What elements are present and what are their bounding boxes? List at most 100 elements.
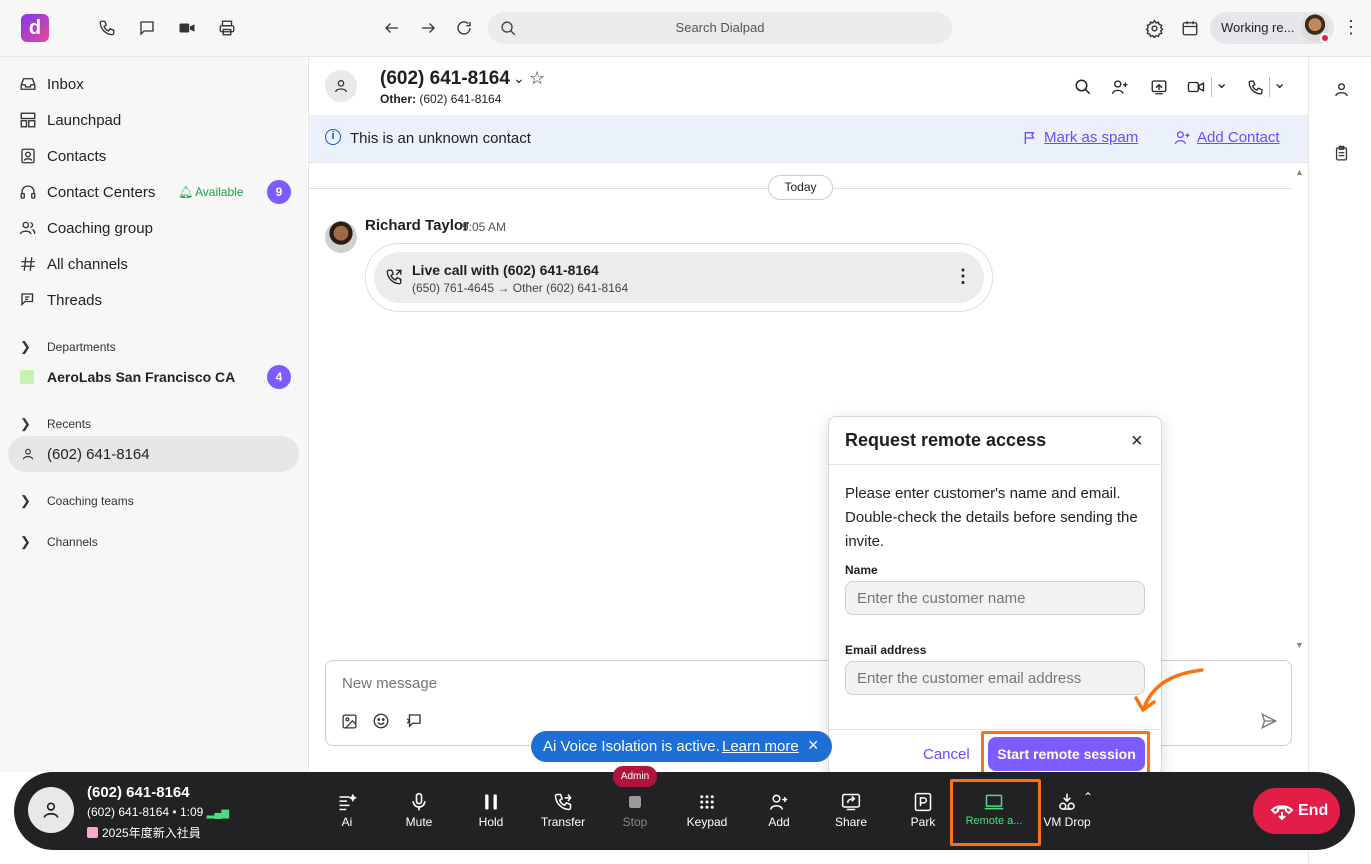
customer-email-input[interactable]: [845, 661, 1145, 695]
chevron-down-icon[interactable]: ⌄: [513, 70, 525, 87]
keypad-button[interactable]: Keypad: [679, 792, 735, 829]
message-icon[interactable]: [137, 18, 157, 38]
park-button[interactable]: Park: [895, 792, 951, 829]
flag-icon: [1024, 131, 1035, 144]
phone-icon[interactable]: [97, 18, 117, 38]
sender-avatar: [325, 221, 357, 253]
chevron-up-icon[interactable]: ⌃: [1083, 790, 1093, 804]
chevron-right-icon: ❯: [20, 339, 31, 354]
more-vertical-icon[interactable]: ⋮: [954, 266, 972, 287]
add-button[interactable]: Add: [751, 792, 807, 829]
contact-details-icon[interactable]: [1331, 79, 1351, 99]
share-button[interactable]: Share: [823, 792, 879, 829]
button-label: Transfer: [540, 815, 586, 829]
call-card-inner[interactable]: Live call with (602) 641-8164 (650) 761-…: [374, 252, 984, 303]
send-icon[interactable]: [1259, 711, 1279, 731]
user-avatar[interactable]: [1301, 14, 1330, 43]
add-person-icon[interactable]: [1110, 77, 1130, 97]
clipboard-icon[interactable]: [1331, 143, 1351, 163]
add-contact-link[interactable]: Add Contact: [1174, 129, 1280, 146]
customer-name-input[interactable]: [845, 581, 1145, 615]
sidebar-item-threads[interactable]: Threads: [8, 283, 299, 317]
contact-title[interactable]: (602) 641-8164: [380, 68, 510, 90]
sidebar-item-recent-contact[interactable]: (602) 641-8164: [8, 436, 299, 472]
mark-as-spam-link[interactable]: Mark as spam: [1022, 129, 1138, 146]
sidebar-item-label: Launchpad: [47, 111, 122, 129]
dialog-title: Request remote access: [845, 430, 1047, 450]
video-icon[interactable]: [1186, 77, 1206, 97]
button-label: Add: [768, 815, 790, 829]
sidebar-item-department[interactable]: AeroLabs San Francisco CA 4: [8, 360, 299, 394]
keypad-icon: [697, 792, 717, 812]
headset-icon: [18, 182, 38, 202]
chevron-down-icon[interactable]: ⌄: [1215, 73, 1228, 93]
add-person-icon: [769, 792, 789, 812]
forward-arrow-icon[interactable]: [418, 18, 438, 38]
button-label: Mute: [405, 815, 433, 829]
sidebar-item-coaching-group[interactable]: Coaching group: [8, 211, 299, 245]
sidebar-item-label: Contacts: [47, 147, 107, 165]
annotation-arrow: [1134, 668, 1204, 712]
sidebar-item-contact-centers[interactable]: Contact Centers 🔔︎ Available 9: [8, 175, 299, 209]
park-icon: [913, 792, 933, 812]
sidebar-item-label: Inbox: [47, 75, 84, 93]
share-screen-icon[interactable]: [1149, 77, 1169, 97]
incoming-call-icon: [384, 267, 404, 287]
transfer-icon: [553, 792, 573, 812]
calendar-icon[interactable]: [1180, 18, 1200, 38]
sidebar-item-all-channels[interactable]: All channels: [8, 247, 299, 281]
cancel-button[interactable]: Cancel: [923, 746, 970, 763]
search-bar[interactable]: Search Dialpad: [488, 12, 952, 44]
subtitle-label: Other:: [380, 92, 416, 106]
dialpad-logo[interactable]: d: [21, 14, 49, 42]
star-icon[interactable]: ☆: [529, 68, 545, 89]
learn-more-link[interactable]: Learn more: [722, 738, 799, 755]
sidebar-item-inbox[interactable]: Inbox: [8, 67, 299, 101]
mute-button[interactable]: Mute: [391, 792, 447, 829]
call-card[interactable]: Live call with (602) 641-8164 (650) 761-…: [365, 243, 993, 312]
transfer-button[interactable]: Transfer: [535, 792, 591, 829]
sidebar-item-label: All channels: [47, 255, 128, 273]
video-icon[interactable]: [177, 18, 197, 38]
button-label: Stop: [622, 815, 648, 829]
ai-button[interactable]: Ai: [319, 792, 375, 829]
stop-icon: [625, 792, 645, 812]
stop-button[interactable]: Stop: [607, 792, 663, 829]
scroll-up-arrow[interactable]: ▲: [1295, 167, 1304, 177]
count-badge: 9: [267, 180, 291, 204]
request-remote-access-dialog: Request remote access × Please enter cus…: [828, 416, 1162, 776]
close-icon[interactable]: ×: [808, 735, 819, 756]
add-contact-label: Add Contact: [1197, 129, 1280, 146]
settings-gear-icon[interactable]: [1144, 18, 1164, 38]
ai-icon: [337, 792, 357, 812]
message-input[interactable]: [342, 675, 822, 692]
subtitle-value: (602) 641-8164: [419, 92, 502, 106]
tag-swatch: [87, 827, 98, 838]
scroll-down-arrow[interactable]: ▼: [1295, 640, 1304, 650]
button-label: Share: [834, 815, 868, 829]
spam-label: Mark as spam: [1044, 129, 1139, 146]
print-icon[interactable]: [217, 18, 237, 38]
snippet-icon[interactable]: [404, 711, 424, 731]
button-label: VM Drop: [1043, 815, 1091, 829]
caller-sub-number: (602) 641-8164: [87, 805, 170, 819]
active-call-bar: (602) 641-8164 (602) 641-8164 • 1:09 ▂▄▆…: [14, 766, 1355, 850]
sidebar-item-launchpad[interactable]: Launchpad: [8, 103, 299, 137]
sidebar-item-contacts[interactable]: Contacts: [8, 139, 299, 173]
call-detail: (650) 761-4645 → Other (602) 641-8164: [412, 281, 629, 295]
phone-icon[interactable]: [1245, 77, 1265, 97]
refresh-icon[interactable]: [454, 18, 474, 38]
search-icon[interactable]: [1073, 77, 1093, 97]
divider: [829, 464, 1161, 465]
close-icon[interactable]: ×: [1131, 430, 1143, 452]
contact-subtitle: Other: (602) 641-8164: [380, 92, 501, 106]
end-call-button[interactable]: End: [1253, 788, 1340, 834]
emoji-icon[interactable]: [371, 711, 391, 731]
more-vertical-icon[interactable]: ⋮: [1342, 18, 1360, 36]
back-arrow-icon[interactable]: [382, 18, 402, 38]
chevron-down-icon[interactable]: ⌄: [1273, 73, 1286, 93]
hold-button[interactable]: Hold: [463, 792, 519, 829]
email-label: Email address: [845, 643, 927, 657]
highlight-box: [950, 779, 1041, 846]
image-icon[interactable]: [339, 711, 359, 731]
